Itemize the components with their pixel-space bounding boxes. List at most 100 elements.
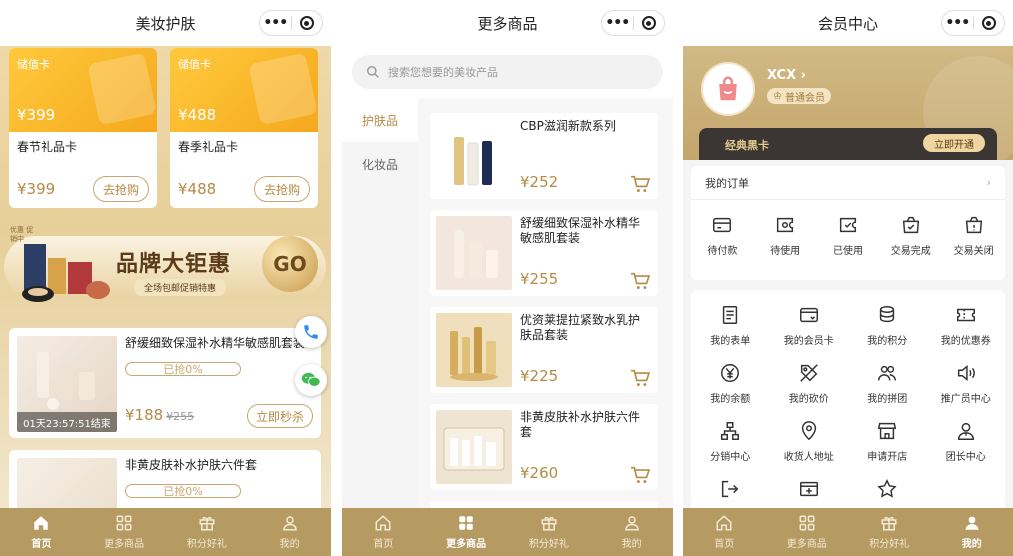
black-card-title: 经典黑卡 — [725, 139, 769, 152]
flash-sale-item[interactable]: 01天23:57:51结束 舒缓细致保湿补水精华敏感肌套装 已抢0% ¥188 ¥… — [9, 328, 321, 438]
service-group-buy[interactable]: 我的拼团 — [848, 362, 927, 409]
service-leader-center[interactable]: 团长中心 — [927, 420, 1006, 467]
gift-card[interactable]: 储值卡 ¥399 春节礼品卡 ¥399 去抢购 — [9, 48, 157, 208]
avatar[interactable] — [701, 62, 755, 116]
flash-sale-item[interactable]: 非黄皮肤补水护肤六件套 已抢0% — [9, 450, 321, 508]
buy-button[interactable]: 去抢购 — [254, 176, 310, 202]
username[interactable]: XCX › — [767, 68, 806, 83]
product-price: ¥188 ¥255 — [125, 406, 194, 424]
card-icon — [799, 307, 818, 323]
tab-mine[interactable]: 我的 — [931, 508, 1013, 556]
service-member-card[interactable]: 我的会员卡 — [770, 304, 849, 351]
tab-label: 积分好礼 — [186, 539, 227, 550]
product-card[interactable]: CBP滋润新款系列 ¥252 — [430, 113, 658, 199]
cart-icon[interactable] — [630, 369, 650, 387]
product-name: 优资莱提拉紧致水乳护肤品套装 — [520, 313, 641, 342]
tab-home[interactable]: 首页 — [0, 508, 83, 556]
service-points[interactable]: 我的积分 — [848, 304, 927, 351]
service-balance[interactable]: 我的余额 — [691, 362, 770, 409]
tab-points-gifts[interactable]: 积分好礼 — [848, 508, 931, 556]
more-icon[interactable]: ••• — [602, 15, 633, 31]
buy-button[interactable]: 去抢购 — [93, 176, 149, 202]
product-image — [436, 216, 512, 290]
close-miniprogram-icon[interactable] — [973, 16, 1004, 30]
search-input[interactable]: 搜索您想要的美妆产品 — [352, 55, 663, 89]
product-card[interactable]: 优资莱提拉紧致水乳护肤品套装 ¥225 — [430, 307, 658, 393]
close-miniprogram-icon[interactable] — [291, 16, 322, 30]
home-screen: 美妆护肤 ••• 储值卡 ¥399 春节礼品卡 ¥399 去抢购 储值卡 ¥48… — [0, 0, 331, 556]
card-name: 春节礼品卡 — [17, 140, 78, 154]
order-used[interactable]: 已使用 — [817, 214, 880, 257]
home-icon — [375, 515, 391, 531]
miniprogram-capsule: ••• — [259, 10, 323, 36]
card-amount: ¥488 — [178, 106, 217, 124]
orders-header[interactable]: 我的订单 › — [691, 166, 1005, 200]
more-icon[interactable]: ••• — [260, 15, 291, 31]
service-open-store[interactable]: 申请开店 — [848, 420, 927, 467]
tab-bar: 首页 更多商品 积分好礼 我的 — [683, 508, 1013, 556]
gift-card[interactable]: 储值卡 ¥488 春季礼品卡 ¥488 去抢购 — [170, 48, 318, 208]
cart-icon[interactable] — [630, 175, 650, 193]
user-icon — [965, 516, 979, 530]
tab-points-gifts[interactable]: 积分好礼 — [166, 508, 249, 556]
home-content: 储值卡 ¥399 春节礼品卡 ¥399 去抢购 储值卡 ¥488 春季礼品卡 ¥… — [0, 46, 331, 508]
tab-points-gifts[interactable]: 积分好礼 — [508, 508, 591, 556]
search-icon — [367, 66, 379, 78]
open-card-button[interactable]: 立即开通 — [923, 134, 985, 152]
banner-subtitle: 全场包邮促销特惠 — [134, 279, 227, 296]
product-card[interactable]: 非黄皮肤补水护肤六件套 ¥260 — [430, 404, 658, 490]
order-completed[interactable]: 交易完成 — [879, 214, 942, 257]
product-card[interactable]: 舒缓细致保湿补水精华敏感肌套装 ¥255 — [430, 210, 658, 296]
order-closed[interactable]: 交易关闭 — [942, 214, 1005, 257]
close-miniprogram-icon[interactable] — [633, 16, 664, 30]
tab-more-products[interactable]: 更多商品 — [83, 508, 166, 556]
tab-label: 我的 — [621, 539, 642, 550]
category-skincare[interactable]: 护肤品 — [342, 98, 418, 142]
service-coupons[interactable]: 我的优惠券 — [927, 304, 1006, 351]
product-name: CBP滋润新款系列 — [520, 119, 616, 133]
group-icon — [878, 365, 897, 381]
wechat-button[interactable] — [295, 364, 327, 396]
tab-home[interactable]: 首页 — [683, 508, 766, 556]
more-icon[interactable]: ••• — [942, 15, 973, 31]
category-makeup[interactable]: 化妆品 — [342, 142, 418, 186]
service-distribution-center[interactable]: 分销中心 — [691, 420, 770, 467]
speaker-icon — [957, 365, 975, 381]
shopping-bag-icon — [248, 52, 318, 126]
product-image — [436, 119, 512, 193]
service-my-forms[interactable]: 我的表单 — [691, 304, 770, 351]
promo-banner[interactable]: 优惠 促销中 品牌大钜惠 全场包邮促销特惠 GO — [4, 224, 326, 308]
tab-label: 首页 — [373, 539, 394, 550]
tab-more-products[interactable]: 更多商品 — [425, 508, 508, 556]
tab-label: 我的 — [279, 539, 300, 550]
product-card[interactable] — [430, 501, 658, 508]
order-pending-payment[interactable]: 待付款 — [691, 214, 754, 257]
bag-close-icon — [965, 216, 982, 234]
sale-price: ¥188 — [125, 406, 164, 424]
card-amount: ¥399 — [17, 106, 56, 124]
service-bargain[interactable]: 我的砍价 — [770, 362, 849, 409]
product-price: ¥260 — [520, 464, 559, 482]
card-tag: 储值卡 — [178, 58, 211, 71]
card-tag: 储值卡 — [17, 58, 50, 71]
order-to-use[interactable]: 待使用 — [754, 214, 817, 257]
service-promoter-center[interactable]: 推广员中心 — [927, 362, 1006, 409]
product-image — [17, 458, 117, 508]
page-title: 会员中心 — [817, 14, 878, 33]
member-level-badge: ♔ 普通会员 — [767, 88, 831, 104]
product-image — [436, 410, 512, 484]
phone-call-button[interactable] — [295, 316, 327, 348]
tab-mine[interactable]: 我的 — [248, 508, 331, 556]
tab-mine[interactable]: 我的 — [590, 508, 673, 556]
flash-buy-button[interactable]: 立即秒杀 — [247, 404, 313, 428]
cart-icon[interactable] — [630, 272, 650, 290]
go-button[interactable]: GO — [262, 236, 318, 292]
tab-more-products[interactable]: 更多商品 — [766, 508, 849, 556]
cosmetics-products-image — [22, 244, 110, 302]
tab-home[interactable]: 首页 — [342, 508, 425, 556]
wechat-icon — [301, 372, 321, 387]
cart-icon[interactable] — [630, 466, 650, 484]
countdown-timer: 01天23:57:51结束 — [17, 412, 117, 432]
black-card-banner: 经典黑卡 立即开通 — [699, 128, 997, 160]
service-address[interactable]: 收货人地址 — [770, 420, 849, 467]
